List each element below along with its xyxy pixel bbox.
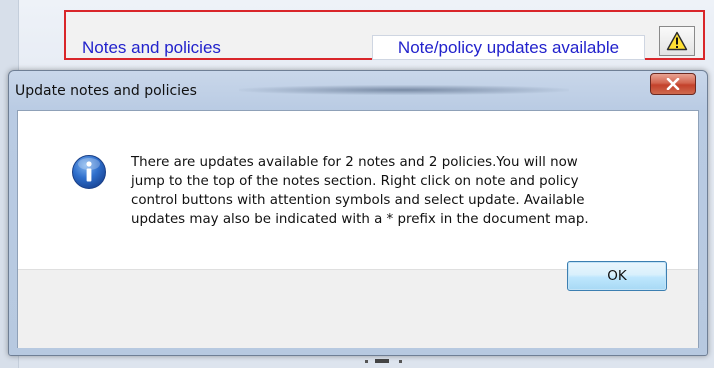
info-icon — [72, 155, 106, 189]
dialog-message: There are updates available for 2 notes … — [131, 153, 691, 229]
dialog-titlebar[interactable]: Update notes and policies — [9, 71, 707, 109]
dialog-title: Update notes and policies — [15, 83, 197, 99]
update-warning-button[interactable] — [659, 26, 695, 56]
update-dialog: Update notes and policies There are upda… — [8, 70, 708, 356]
warning-triangle-icon — [666, 31, 688, 51]
banner-title: Notes and policies — [82, 38, 221, 57]
screen: Notes and policies Note/policy updates a… — [0, 0, 714, 368]
message-line: There are updates available for 2 notes … — [131, 155, 578, 170]
notes-policies-banner: Notes and policies Note/policy updates a… — [64, 10, 705, 60]
close-button[interactable] — [650, 73, 696, 95]
close-x-icon — [666, 78, 680, 90]
message-line: control buttons with attention symbols a… — [131, 193, 585, 208]
background-fragment — [365, 359, 402, 363]
message-line: jump to the top of the notes section. Ri… — [131, 174, 579, 189]
message-line: updates may also be indicated with a * p… — [131, 212, 589, 227]
dialog-content: There are updates available for 2 notes … — [17, 110, 699, 348]
updates-available-label[interactable]: Note/policy updates available — [372, 35, 645, 60]
titlebar-glow — [239, 85, 569, 95]
ok-button[interactable]: OK — [567, 261, 667, 291]
